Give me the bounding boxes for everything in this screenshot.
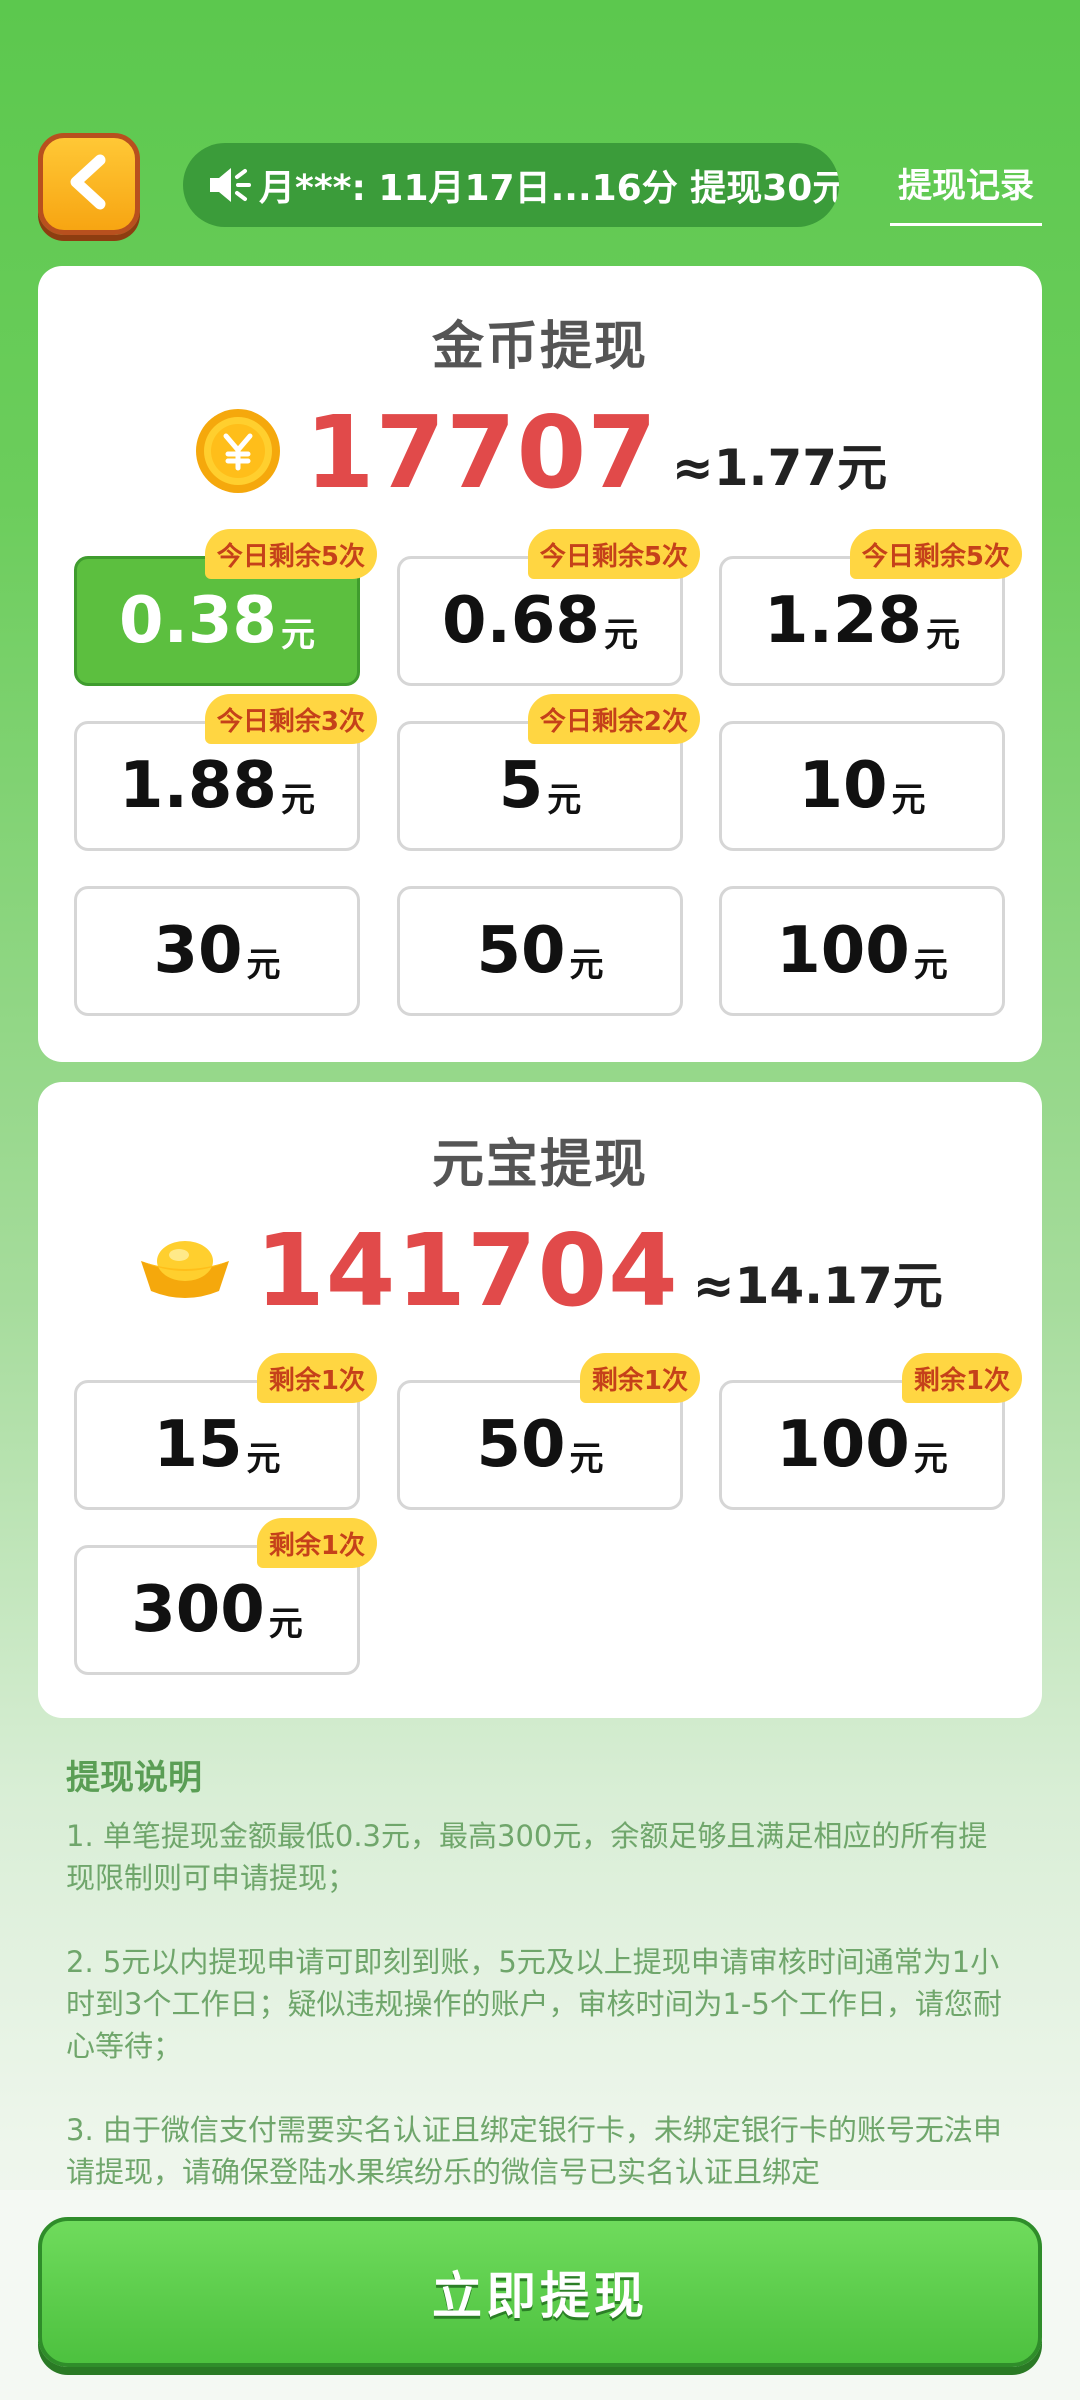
- option-unit: 元: [913, 944, 948, 985]
- remaining-badge: 今日剩余5次: [527, 529, 700, 579]
- option-unit: 元: [268, 1603, 303, 1644]
- note-item: 2. 5元以内提现申请可即刻到账，5元及以上提现申请审核时间通常为1小时到3个工…: [66, 1945, 1002, 2063]
- speaker-icon: [207, 165, 253, 205]
- note-item: 1. 单笔提现金额最低0.3元，最高300元，余额足够且满足相应的所有提现限制则…: [66, 1819, 988, 1895]
- option-amount: 0.68: [442, 584, 600, 658]
- remaining-badge: 今日剩余3次: [204, 694, 377, 744]
- option-amount: 10: [798, 749, 888, 823]
- ingot-balance: 141704: [255, 1212, 679, 1329]
- coin-option-3[interactable]: 今日剩余3次 1.88 元: [74, 694, 377, 851]
- option-amount: 50: [476, 1408, 566, 1482]
- option-amount: 0.38: [119, 584, 277, 658]
- option-unit: 元: [280, 614, 315, 655]
- chevron-left-icon: [64, 154, 114, 214]
- option-unit: 元: [891, 779, 926, 820]
- option-amount: 50: [476, 914, 566, 988]
- coin-balance-approx: ≈1.77元: [671, 438, 888, 497]
- option-amount: 1.28: [764, 584, 922, 658]
- coin-option-5[interactable]: 10 元: [719, 721, 1005, 851]
- option-unit: 元: [569, 1438, 604, 1479]
- gold-coin-icon: [193, 406, 283, 500]
- option-unit: 元: [603, 614, 638, 655]
- option-unit: 元: [280, 779, 315, 820]
- ticker-text: 月***: 11月17日...16分 提现30元: [259, 168, 839, 209]
- coin-balance-row: 17707 ≈1.77元: [38, 394, 1042, 511]
- withdraw-record-link[interactable]: 提现记录: [890, 158, 1042, 226]
- withdraw-now-button[interactable]: 立即提现: [38, 2217, 1042, 2367]
- coin-option-1[interactable]: 今日剩余5次 0.68 元: [397, 529, 700, 686]
- note-item: 3. 由于微信支付需要实名认证且绑定银行卡，未绑定银行卡的账号无法申请提现，请确…: [66, 2113, 1002, 2189]
- remaining-badge: 剩余1次: [901, 1353, 1022, 1403]
- ingot-balance-row: 141704 ≈14.17元: [38, 1212, 1042, 1329]
- coin-option-2[interactable]: 今日剩余5次 1.28 元: [719, 529, 1022, 686]
- option-amount: 15: [153, 1408, 243, 1482]
- option-unit: 元: [246, 944, 281, 985]
- option-amount: 5: [498, 749, 544, 823]
- remaining-badge: 今日剩余5次: [849, 529, 1022, 579]
- coin-option-6[interactable]: 30 元: [74, 886, 360, 1016]
- gold-ingot-icon: [137, 1231, 233, 1311]
- notes-title: 提现说明: [66, 1758, 202, 1798]
- option-unit: 元: [925, 614, 960, 655]
- remaining-badge: 剩余1次: [256, 1353, 377, 1403]
- ingot-section-title: 元宝提现: [431, 1135, 648, 1195]
- withdraw-notes: 提现说明 1. 单笔提现金额最低0.3元，最高300元，余额足够且满足相应的所有…: [66, 1750, 1016, 2235]
- ingot-option-2[interactable]: 剩余1次 100 元: [719, 1353, 1022, 1510]
- option-unit: 元: [547, 779, 582, 820]
- coin-option-7[interactable]: 50 元: [397, 886, 683, 1016]
- option-unit: 元: [569, 944, 604, 985]
- remaining-badge: 今日剩余5次: [204, 529, 377, 579]
- coin-option-4[interactable]: 今日剩余2次 5元: [397, 694, 700, 851]
- remaining-badge: 今日剩余2次: [527, 694, 700, 744]
- coin-balance: 17707: [304, 394, 658, 511]
- coin-withdraw-card: 金币提现 17707 ≈1.77元 今日剩余5次 0.38 元 今日剩余5次 0.…: [38, 266, 1042, 1062]
- ingot-withdraw-card: 元宝提现 141704 ≈14.17元 剩余1次 15 元 剩余1次 50 元 剩余…: [38, 1082, 1042, 1718]
- remaining-badge: 剩余1次: [579, 1353, 700, 1403]
- ingot-option-0[interactable]: 剩余1次 15 元: [74, 1353, 377, 1510]
- ingot-option-3[interactable]: 剩余1次 300 元: [74, 1518, 377, 1675]
- option-unit: 元: [246, 1438, 281, 1479]
- option-unit: 元: [913, 1438, 948, 1479]
- remaining-badge: 剩余1次: [256, 1518, 377, 1568]
- coin-section-title: 金币提现: [431, 317, 648, 377]
- back-button[interactable]: [38, 133, 140, 235]
- option-amount: 300: [131, 1573, 265, 1647]
- coin-option-8[interactable]: 100 元: [719, 886, 1005, 1016]
- option-amount: 1.88: [119, 749, 277, 823]
- ingot-option-1[interactable]: 剩余1次 50 元: [397, 1353, 700, 1510]
- option-amount: 100: [776, 914, 910, 988]
- ingot-balance-approx: ≈14.17元: [692, 1256, 943, 1315]
- coin-option-0[interactable]: 今日剩余5次 0.38 元: [74, 529, 377, 686]
- option-amount: 100: [776, 1408, 910, 1482]
- withdraw-announcement-ticker: 月***: 11月17日...16分 提现30元: [183, 143, 839, 227]
- option-amount: 30: [153, 914, 243, 988]
